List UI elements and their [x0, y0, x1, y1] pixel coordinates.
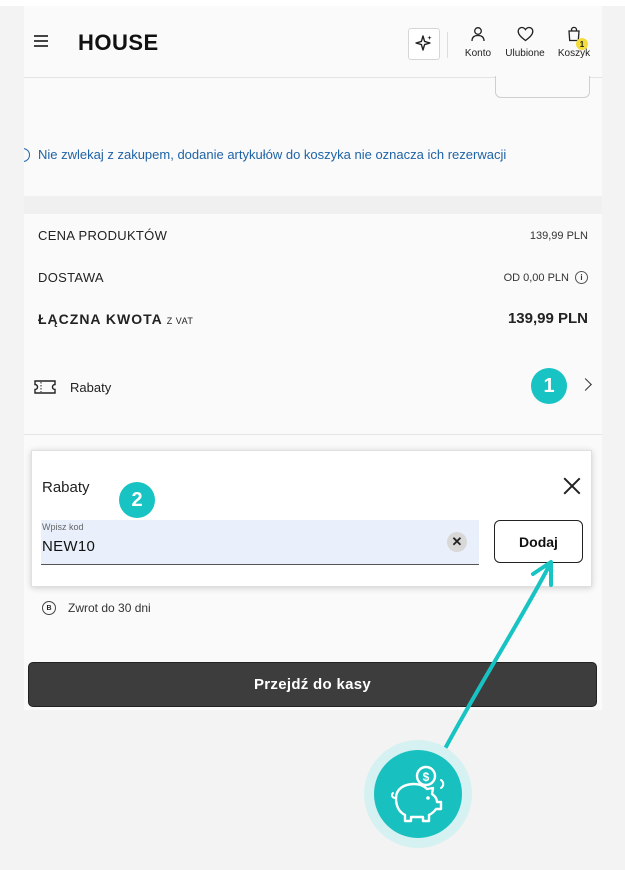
piggy-bank-icon: $: [374, 750, 462, 838]
svg-text:$: $: [423, 770, 430, 784]
pointer-arrow: [436, 560, 553, 764]
piggy-bank-badge: $: [364, 740, 472, 848]
